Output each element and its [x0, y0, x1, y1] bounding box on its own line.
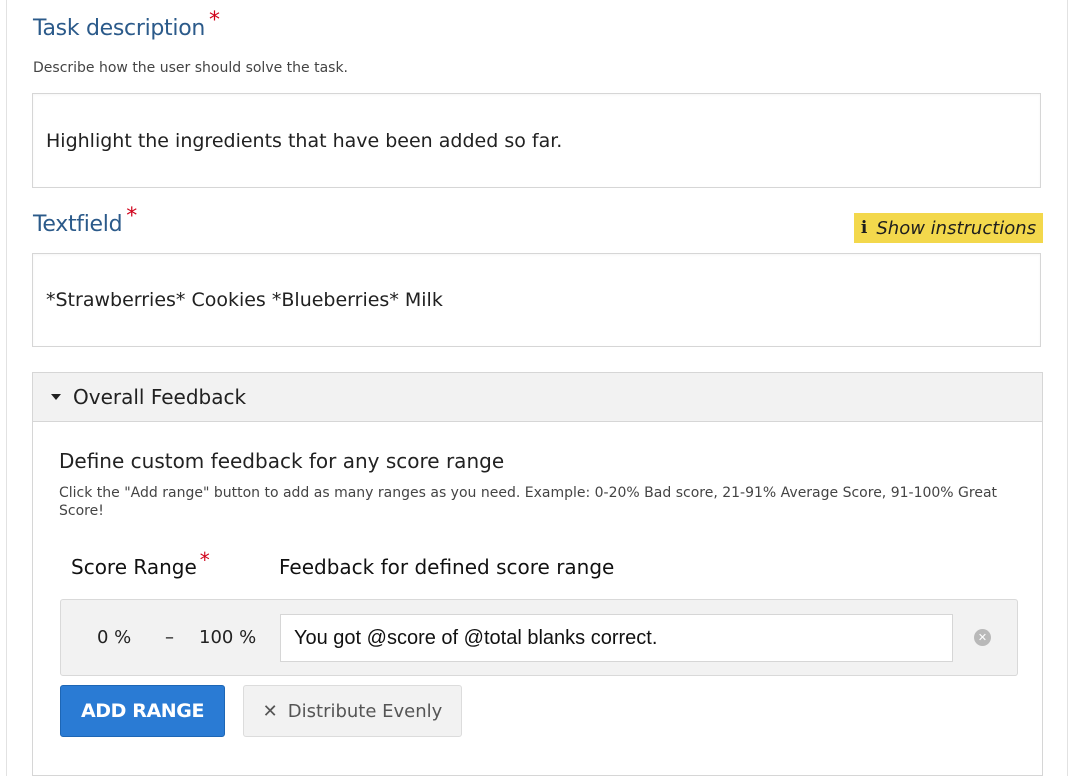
- close-icon: ✕: [977, 631, 988, 644]
- required-marker: *: [209, 8, 220, 33]
- info-icon: i: [860, 218, 868, 238]
- task-description-value: Highlight the ingredients that have been…: [46, 129, 563, 152]
- feedback-section-description: Click the "Add range" button to add as m…: [59, 485, 998, 519]
- left-frame-border: [6, 0, 7, 776]
- range-from-value[interactable]: 0 %: [97, 627, 131, 648]
- textfield-input[interactable]: *Strawberries* Cookies *Blueberries* Mil…: [32, 253, 1041, 347]
- score-range-header: Score Range *: [71, 548, 210, 579]
- range-feedback-value: You got @score of @total blanks correct.: [294, 626, 658, 649]
- show-instructions-button[interactable]: i Show instructions: [854, 213, 1043, 243]
- show-instructions-label: Show instructions: [876, 217, 1037, 239]
- caret-down-icon: [51, 394, 61, 400]
- required-marker: *: [199, 548, 210, 572]
- task-description-input[interactable]: Highlight the ingredients that have been…: [32, 93, 1041, 188]
- range-separator: –: [165, 627, 174, 648]
- overall-feedback-toggle[interactable]: Overall Feedback: [33, 373, 1042, 422]
- feedback-section-title: Define custom feedback for any score ran…: [59, 449, 505, 473]
- feedback-range-header: Feedback for defined score range: [279, 555, 615, 579]
- textfield-value: *Strawberries* Cookies *Blueberries* Mil…: [46, 289, 443, 311]
- remove-range-button[interactable]: ✕: [974, 629, 991, 646]
- task-description-label: Task description *: [33, 8, 220, 41]
- score-range-row: 0 % – 100 % You got @score of @total bla…: [60, 599, 1018, 676]
- add-range-button[interactable]: ADD RANGE: [60, 685, 225, 737]
- overall-feedback-header: Overall Feedback: [73, 385, 247, 409]
- overall-feedback-group: Overall Feedback Define custom feedback …: [32, 372, 1043, 776]
- range-feedback-input[interactable]: You got @score of @total blanks correct.: [280, 614, 953, 662]
- close-icon: ✕: [262, 700, 278, 722]
- right-frame-border: [1067, 0, 1068, 776]
- required-marker: *: [126, 204, 137, 229]
- distribute-evenly-button[interactable]: ✕ Distribute Evenly: [243, 685, 462, 737]
- distribute-evenly-label: Distribute Evenly: [287, 700, 443, 722]
- task-description-help: Describe how the user should solve the t…: [33, 60, 349, 76]
- textfield-label: Textfield *: [33, 204, 137, 237]
- range-to-value[interactable]: 100 %: [199, 627, 256, 648]
